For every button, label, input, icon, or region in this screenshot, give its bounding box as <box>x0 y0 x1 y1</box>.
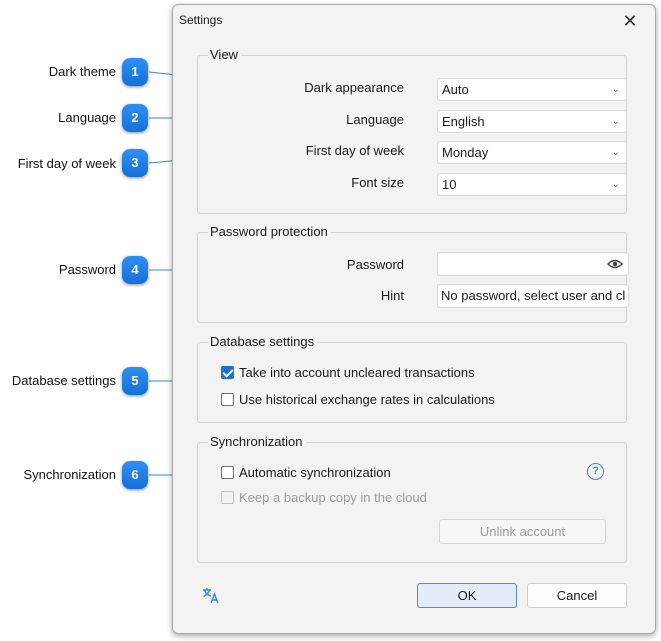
font-size-select[interactable]: 10 ⌄ <box>437 173 627 196</box>
password-group: Password protection Password Hint No pas… <box>197 224 629 323</box>
dark-appearance-value: Auto <box>442 82 469 97</box>
historical-checkbox-row[interactable]: Use historical exchange rates in calcula… <box>221 392 495 408</box>
first-day-select[interactable]: Monday ⌄ <box>437 141 627 164</box>
annotation-badge-2: 2 <box>122 104 148 132</box>
translate-icon[interactable] <box>202 587 220 604</box>
language-value: English <box>442 114 485 129</box>
settings-dialog: Settings ✕ View Dark appearance Auto ⌄ L… <box>172 4 656 634</box>
historical-label: Use historical exchange rates in calcula… <box>239 392 495 407</box>
uncleared-checkbox-row[interactable]: Take into account uncleared transactions <box>221 365 475 381</box>
annotation-label-4: Password <box>58 262 116 277</box>
close-icon[interactable]: ✕ <box>619 10 641 32</box>
sync-group: Synchronization Automatic synchronizatio… <box>197 434 627 563</box>
hint-field[interactable]: No password, select user and cl <box>437 284 629 308</box>
first-day-label: First day of week <box>305 143 404 158</box>
chevron-down-icon: ⌄ <box>611 179 620 190</box>
uncleared-label: Take into account uncleared transactions <box>239 365 475 380</box>
uncleared-checkbox[interactable] <box>221 366 234 379</box>
unlink-account-button: Unlink account <box>439 519 606 544</box>
auto-sync-checkbox-row[interactable]: Automatic synchronization <box>221 465 391 481</box>
historical-checkbox[interactable] <box>221 393 234 406</box>
dark-appearance-label: Dark appearance <box>304 80 404 95</box>
hint-label: Hint <box>380 288 404 303</box>
password-group-title: Password protection <box>208 224 331 240</box>
cancel-button[interactable]: Cancel <box>527 583 627 608</box>
annotation-label-2: Language <box>58 110 116 125</box>
annotation-label-1: Dark theme <box>48 64 116 79</box>
first-day-value: Monday <box>442 145 489 160</box>
database-group: Database settings Take into account uncl… <box>197 334 627 423</box>
annotation-badge-1: 1 <box>122 58 148 86</box>
font-size-value: 10 <box>442 177 457 192</box>
password-field[interactable] <box>437 252 629 276</box>
annotation-badge-5: 5 <box>122 367 148 395</box>
ok-button[interactable]: OK <box>417 583 517 608</box>
help-icon[interactable]: ? <box>587 463 604 480</box>
sync-group-title: Synchronization <box>208 434 306 450</box>
database-group-title: Database settings <box>208 334 318 350</box>
backup-checkbox <box>221 491 234 504</box>
view-group: View Dark appearance Auto ⌄ Language Eng… <box>197 47 627 214</box>
font-size-label: Font size <box>351 175 404 190</box>
dark-appearance-select[interactable]: Auto ⌄ <box>437 78 627 101</box>
annotation-label-5: Database settings <box>11 373 116 388</box>
language-label: Language <box>346 112 404 127</box>
auto-sync-label: Automatic synchronization <box>239 465 391 480</box>
backup-checkbox-row: Keep a backup copy in the cloud <box>221 490 427 506</box>
annotation-label-6: Synchronization <box>23 467 117 482</box>
chevron-down-icon: ⌄ <box>611 84 620 95</box>
dialog-title: Settings <box>179 13 223 27</box>
annotation-label-3: First day of week <box>17 156 116 171</box>
view-group-title: View <box>208 47 241 63</box>
backup-label: Keep a backup copy in the cloud <box>239 490 427 505</box>
chevron-down-icon: ⌄ <box>611 147 620 158</box>
annotation-badge-3: 3 <box>122 149 148 177</box>
eye-icon[interactable] <box>607 259 623 269</box>
annotation-badge-4: 4 <box>122 256 148 284</box>
chevron-down-icon: ⌄ <box>611 116 620 127</box>
language-select[interactable]: English ⌄ <box>437 110 627 133</box>
auto-sync-checkbox[interactable] <box>221 466 234 479</box>
password-label: Password <box>346 257 404 272</box>
annotation-badge-6: 6 <box>122 461 148 489</box>
